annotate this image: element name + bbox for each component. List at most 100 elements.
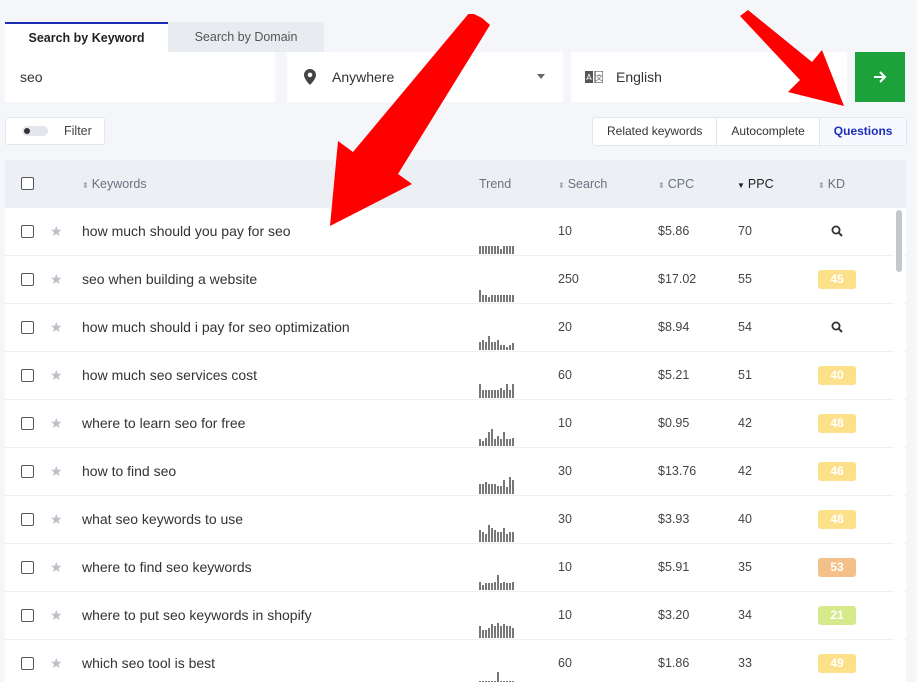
trend-bar xyxy=(497,672,499,682)
toggle-switch[interactable] xyxy=(22,126,48,136)
location-select-value: Anywhere xyxy=(332,69,395,85)
favorite-star-icon[interactable]: ★ xyxy=(50,640,63,682)
tab-questions[interactable]: Questions xyxy=(819,118,907,145)
trend-bar xyxy=(479,341,481,350)
row-checkbox[interactable] xyxy=(21,465,34,478)
filter-toggle[interactable]: Filter xyxy=(5,117,105,145)
table-row[interactable]: ★ where to find seo keywords 10 $5.91 35 53 xyxy=(5,544,906,592)
row-checkbox[interactable] xyxy=(21,561,34,574)
row-checkbox[interactable] xyxy=(21,321,34,334)
table-row[interactable]: ★ how to find seo 30 $13.76 42 46 xyxy=(5,448,906,496)
keyword-cell[interactable]: which seo tool is best xyxy=(82,640,215,682)
table-body: ★ how much should you pay for seo 10 $5.86 7… xyxy=(5,208,906,682)
language-select[interactable]: A文 English xyxy=(571,52,847,102)
table-row[interactable]: ★ which seo tool is best 60 $1.86 33 49 xyxy=(5,640,906,682)
table-row[interactable]: ★ how much should you pay for seo 10 $5.86 7… xyxy=(5,208,906,256)
trend-bar xyxy=(512,245,514,254)
favorite-star-icon[interactable]: ★ xyxy=(50,544,63,591)
keyword-cell[interactable]: seo when building a website xyxy=(82,256,257,303)
trend-bar xyxy=(491,245,493,254)
search-submit-button[interactable] xyxy=(855,52,905,102)
trend-bar xyxy=(497,245,499,254)
row-checkbox[interactable] xyxy=(21,273,34,286)
search-icon[interactable] xyxy=(831,320,845,334)
search-icon[interactable] xyxy=(831,224,845,238)
keyword-cell[interactable]: where to put seo keywords in shopify xyxy=(82,592,312,639)
ppc-cell: 35 xyxy=(738,560,752,574)
favorite-star-icon[interactable]: ★ xyxy=(50,400,63,447)
trend-bar xyxy=(491,624,493,638)
row-checkbox[interactable] xyxy=(21,417,34,430)
trend-bar xyxy=(500,248,502,254)
search-mode-tabs: Search by Keyword Search by Domain xyxy=(5,22,324,52)
row-checkbox[interactable] xyxy=(21,609,34,622)
scrollbar-thumb[interactable] xyxy=(896,210,902,272)
trend-bar xyxy=(497,531,499,542)
column-header-kd[interactable]: ⬍ KD xyxy=(818,160,845,208)
chevron-down-icon xyxy=(821,74,829,79)
trend-bar xyxy=(497,339,499,350)
table-row[interactable]: ★ seo when building a website 250 $17.02 55 4… xyxy=(5,256,906,304)
table-row[interactable]: ★ where to learn seo for free 10 $0.95 42 48 xyxy=(5,400,906,448)
trend-bar xyxy=(512,437,514,446)
trend-sparkline xyxy=(479,428,521,446)
keyword-cell[interactable]: how much should i pay for seo optimizati… xyxy=(82,304,350,351)
kd-badge: 48 xyxy=(818,510,856,529)
row-checkbox[interactable] xyxy=(21,513,34,526)
keyword-cell[interactable]: how much seo services cost xyxy=(82,352,257,399)
ppc-cell: 33 xyxy=(738,656,752,670)
keyword-cell[interactable]: how to find seo xyxy=(82,448,176,495)
favorite-star-icon[interactable]: ★ xyxy=(50,208,63,255)
favorite-star-icon[interactable]: ★ xyxy=(50,496,63,543)
trend-bar xyxy=(506,439,508,446)
tab-autocomplete[interactable]: Autocomplete xyxy=(717,118,820,145)
tab-search-by-domain[interactable]: Search by Domain xyxy=(168,22,324,52)
tab-search-by-keyword[interactable]: Search by Keyword xyxy=(5,22,168,52)
trend-bar xyxy=(506,346,508,350)
scrollbar-track[interactable] xyxy=(894,209,904,682)
favorite-star-icon[interactable]: ★ xyxy=(50,448,63,495)
keyword-cell[interactable]: where to find seo keywords xyxy=(82,544,252,591)
trend-bar xyxy=(509,295,511,302)
search-cell: 250 xyxy=(558,272,579,286)
favorite-star-icon[interactable]: ★ xyxy=(50,256,63,303)
column-header-keywords[interactable]: ⬍ Keywords xyxy=(82,160,147,208)
column-header-ppc[interactable]: ▼ PPC xyxy=(737,160,774,208)
trend-bar xyxy=(485,389,487,398)
trend-bar xyxy=(503,581,505,590)
trend-bar xyxy=(503,295,505,302)
table-row[interactable]: ★ where to put seo keywords in shopify 10 $… xyxy=(5,592,906,640)
column-header-cpc[interactable]: ⬍ CPC xyxy=(658,160,694,208)
keyword-input[interactable]: seo xyxy=(5,52,275,102)
trend-sparkline xyxy=(479,236,521,254)
keyword-cell[interactable]: where to learn seo for free xyxy=(82,400,245,447)
keyword-cell[interactable]: what seo keywords to use xyxy=(82,496,243,543)
trend-bar xyxy=(479,581,481,590)
column-header-search[interactable]: ⬍ Search xyxy=(558,160,607,208)
trend-bar xyxy=(482,440,484,446)
trend-bar xyxy=(500,387,502,398)
select-all-checkbox[interactable] xyxy=(21,177,34,190)
trend-bar xyxy=(488,432,490,446)
favorite-star-icon[interactable]: ★ xyxy=(50,304,63,351)
trend-sparkline xyxy=(479,524,521,542)
table-row[interactable]: ★ how much seo services cost 60 $5.21 51 40 xyxy=(5,352,906,400)
cpc-cell: $3.93 xyxy=(658,512,690,526)
favorite-star-icon[interactable]: ★ xyxy=(50,592,63,639)
trend-bar xyxy=(503,432,505,446)
tab-related-keywords[interactable]: Related keywords xyxy=(593,118,718,145)
location-select[interactable]: Anywhere xyxy=(287,52,563,102)
trend-sparkline xyxy=(479,332,521,350)
table-row[interactable]: ★ how much should i pay for seo optimizat… xyxy=(5,304,906,352)
trend-bar xyxy=(509,583,511,590)
trend-bar xyxy=(512,343,514,350)
svg-text:文: 文 xyxy=(596,73,603,82)
trend-sparkline xyxy=(479,668,521,682)
row-checkbox[interactable] xyxy=(21,657,34,670)
row-checkbox[interactable] xyxy=(21,225,34,238)
favorite-star-icon[interactable]: ★ xyxy=(50,352,63,399)
trend-bar xyxy=(485,629,487,638)
table-row[interactable]: ★ what seo keywords to use 30 $3.93 40 48 xyxy=(5,496,906,544)
keyword-cell[interactable]: how much should you pay for seo xyxy=(82,208,291,255)
row-checkbox[interactable] xyxy=(21,369,34,382)
